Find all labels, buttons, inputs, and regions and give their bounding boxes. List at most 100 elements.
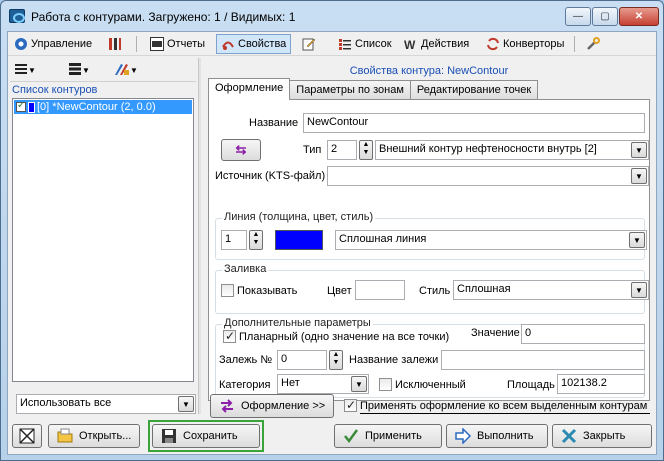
control-icon — [14, 37, 28, 51]
tab-point-edit[interactable]: Редактирование точек — [409, 80, 539, 100]
minimize-button[interactable]: — — [565, 7, 591, 26]
design-expand-button[interactable]: Оформление >> — [210, 394, 334, 418]
type-select[interactable]: Внешний контур нефтеносности внутрь [2] … — [375, 140, 649, 160]
line-color-swatch[interactable] — [275, 230, 323, 250]
name-input[interactable]: NewContour — [303, 113, 645, 133]
menu-tools[interactable] — [582, 34, 604, 54]
title-bar[interactable]: Работа с контурами. Загружено: 1 / Видим… — [1, 1, 663, 31]
type-select-value: Внешний контур нефтеносности внутрь [2] — [379, 143, 597, 155]
deposit-spinner[interactable]: ▲ ▼ — [329, 350, 343, 370]
chevron-down-icon: ▼ — [631, 142, 647, 158]
fill-color-box[interactable] — [355, 280, 405, 300]
properties-pane: Свойства контура: NewContour Оформление … — [202, 58, 656, 418]
fill-style-label: Стиль — [419, 285, 451, 297]
planar-checkbox[interactable] — [223, 329, 236, 343]
tab-zone-params[interactable]: Параметры по зонам — [289, 80, 411, 100]
apply-all-label: Применять оформление ко всем выделенным … — [360, 400, 650, 414]
apply-label: Применить — [365, 430, 422, 442]
category-value: Нет — [281, 377, 300, 389]
area-label: Площадь — [507, 379, 555, 391]
contour-visible-checkbox[interactable] — [16, 100, 26, 112]
close-icon — [561, 428, 577, 444]
style-button[interactable]: ▼ — [114, 61, 138, 79]
menu-control-label: Управление — [31, 38, 93, 50]
menu-converters[interactable]: Конверторы — [482, 34, 568, 54]
menu-ruler[interactable] — [104, 34, 126, 54]
category-select[interactable]: Нет ▼ — [277, 374, 369, 394]
layers-button[interactable]: ▼ — [68, 61, 90, 79]
left-toolbar: ▼ ▼ ▼ — [10, 58, 196, 82]
list-view-button[interactable]: ▼ — [14, 61, 36, 79]
menu-list-label: Список — [355, 38, 392, 50]
open-button[interactable]: Открыть... — [48, 424, 140, 448]
design-tab-panel: Название NewContour ⇆ Тип 2 ▲ ▼ Внешний к… — [208, 99, 650, 401]
open-label: Открыть... — [79, 430, 132, 442]
close-window-button[interactable]: ✕ — [619, 7, 659, 26]
menu-control[interactable]: Управление — [10, 34, 96, 54]
fill-style-select[interactable]: Сплошная ▼ — [453, 280, 649, 300]
apply-button[interactable]: Применить — [334, 424, 442, 448]
excluded-label: Исключенный — [395, 379, 466, 391]
fill-show-checkbox[interactable] — [221, 284, 234, 297]
line-group-title: Линия (толщина, цвет, стиль) — [222, 211, 376, 223]
use-filter-value: Использовать все — [20, 397, 112, 409]
contour-listbox[interactable]: [0] *NewContour (2, 0.0) — [12, 98, 194, 382]
menu-properties[interactable]: Свойства — [216, 34, 292, 54]
chevron-down-icon: ▼ — [629, 232, 645, 248]
ruler-icon — [108, 37, 122, 51]
line-style-select[interactable]: Сплошная линия ▼ — [335, 230, 647, 250]
contour-list-label: Список контуров — [12, 84, 98, 96]
menu-converters-label: Конверторы — [503, 38, 565, 50]
deposit-number-input[interactable]: 0 — [277, 350, 327, 370]
save-label: Сохранить — [183, 430, 238, 442]
chevron-down-icon: ▼ — [130, 65, 138, 75]
layout-icon — [19, 428, 35, 444]
tab-design[interactable]: Оформление — [208, 78, 291, 100]
deposit-label: Залежь № — [219, 354, 273, 366]
menu-separator — [136, 36, 137, 52]
contour-color-marker — [28, 101, 35, 113]
line-width-spinner[interactable]: ▲ ▼ — [249, 230, 263, 250]
fill-color-label: Цвет — [327, 285, 352, 297]
deposit-name-input[interactable] — [441, 350, 645, 370]
value-input[interactable]: 0 — [521, 324, 645, 344]
type-number-input[interactable]: 2 — [327, 140, 357, 160]
pane-splitter[interactable] — [198, 58, 201, 414]
close-label: Закрыть — [583, 430, 626, 442]
window-title: Работа с контурами. Загружено: 1 / Видим… — [31, 10, 296, 24]
fill-group-title: Заливка — [222, 263, 269, 275]
design-expand-label: Оформление >> — [241, 400, 326, 412]
apply-all-checkbox[interactable] — [344, 398, 357, 412]
planar-label: Планарный (одно значение на все точки) — [239, 331, 450, 343]
line-width-input[interactable]: 1 — [221, 230, 247, 250]
save-button[interactable]: Сохранить — [152, 424, 260, 448]
chevron-down-icon: ▼ — [631, 282, 647, 298]
fill-show-label: Показывать — [237, 285, 298, 297]
svg-text:W: W — [404, 38, 416, 51]
menu-actions[interactable]: W Действия — [400, 34, 473, 54]
type-label: Тип — [303, 144, 322, 156]
menu-edit[interactable] — [298, 34, 320, 54]
type-spinner[interactable]: ▲ ▼ — [359, 140, 373, 160]
chevron-down-icon: ▼ — [178, 396, 194, 412]
swap-button[interactable]: ⇆ — [221, 139, 261, 161]
execute-button[interactable]: Выполнить — [446, 424, 548, 448]
tab-strip: Оформление Параметры по зонам Редактиров… — [208, 78, 539, 100]
contour-label: [0] *NewContour (2, 0.0) — [37, 101, 156, 113]
menu-list[interactable]: Список — [334, 34, 396, 54]
use-filter-select[interactable]: Использовать все ▼ — [16, 394, 196, 414]
source-select[interactable]: ▼ — [327, 166, 649, 186]
maximize-button[interactable]: ▢ — [592, 7, 618, 26]
actions-icon: W — [404, 37, 418, 52]
layers-icon — [68, 62, 82, 78]
chevron-down-icon: ▼ — [631, 168, 647, 184]
layout-button[interactable] — [12, 424, 42, 448]
floppy-save-icon — [161, 428, 177, 444]
fill-style-value: Сплошная — [457, 283, 511, 295]
menu-reports-label: Отчеты — [167, 38, 206, 50]
area-input[interactable]: 102138.2 — [557, 374, 645, 394]
menu-reports[interactable]: Отчеты — [146, 34, 209, 54]
list-item[interactable]: [0] *NewContour (2, 0.0) — [14, 100, 192, 114]
close-button[interactable]: Закрыть — [552, 424, 652, 448]
excluded-checkbox[interactable] — [379, 378, 392, 391]
